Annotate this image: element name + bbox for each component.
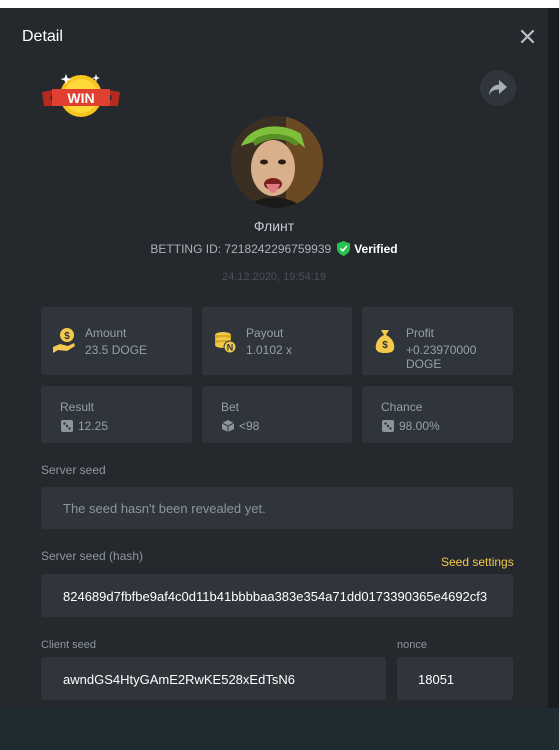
amount-label: Amount — [85, 326, 127, 340]
cube-icon — [221, 420, 235, 432]
detail-modal: Detail WIN Флинт BETTING ID: 72182422967… — [0, 8, 548, 708]
svg-text:$: $ — [382, 340, 388, 351]
server-seed-hash-field[interactable]: 824689d7fbfbe9af4c0d11b41bbbbaa383e354a7… — [41, 574, 513, 617]
nonce-field[interactable]: 18051 — [397, 657, 513, 700]
client-seed-field[interactable]: awndGS4HtyGAmE2RwKE528xEdTsN6 — [41, 657, 386, 700]
modal-title: Detail — [22, 28, 63, 45]
amount-card: $ Amount 23.5 DOGE — [41, 307, 192, 375]
avatar — [231, 116, 323, 208]
dice-icon — [61, 420, 73, 432]
payout-label: Payout — [246, 326, 284, 340]
betting-id: BETTING ID: 7218242296759939 — [150, 241, 332, 256]
betting-id-row: BETTING ID: 7218242296759939 Verified — [0, 241, 548, 256]
server-seed-label: Server seed — [41, 463, 106, 477]
client-seed-label: Client seed — [41, 639, 97, 651]
verified-badge: Verified — [337, 241, 398, 256]
bet-card: Bet <98 — [202, 386, 352, 443]
svg-text:$: $ — [64, 331, 70, 342]
profit-value: +0.23970000 DOGE — [406, 343, 477, 371]
dice-icon — [382, 420, 394, 432]
server-seed-hash-label: Server seed (hash) — [41, 549, 144, 563]
close-button[interactable] — [517, 26, 539, 48]
result-value: 12.25 — [78, 419, 109, 433]
result-label: Result — [60, 400, 95, 414]
win-badge-icon: WIN — [42, 74, 120, 117]
payout-card: N Payout 1.0102 x — [202, 307, 352, 375]
result-card: Result 12.25 — [41, 386, 192, 443]
share-icon — [489, 80, 507, 95]
close-icon — [520, 29, 535, 44]
money-bag-icon: $ — [375, 330, 395, 353]
coin-hand-icon: $ — [53, 328, 75, 353]
background-footer — [0, 708, 559, 750]
shield-check-icon — [337, 241, 351, 256]
profit-label: Profit — [406, 326, 435, 340]
bet-label: Bet — [221, 400, 240, 414]
bet-timestamp: 24.12.2020, 19:54:19 — [222, 271, 326, 283]
chance-value: 98.00% — [399, 419, 440, 433]
verified-label: Verified — [354, 241, 398, 256]
top-strip — [0, 0, 559, 8]
server-seed-field: The seed hasn't been revealed yet. — [41, 487, 513, 529]
coin-stack-icon: N — [215, 332, 237, 354]
svg-text:N: N — [227, 343, 234, 353]
profit-card: $ Profit +0.23970000 DOGE — [362, 307, 513, 375]
seed-settings-link[interactable]: Seed settings — [441, 555, 514, 569]
amount-value: 23.5 DOGE — [85, 343, 148, 357]
payout-value: 1.0102 x — [246, 343, 293, 357]
chance-card: Chance 98.00% — [362, 386, 513, 443]
share-button[interactable] — [480, 70, 516, 106]
player-name: Флинт — [253, 218, 295, 234]
win-badge-text: WIN — [67, 90, 94, 106]
nonce-label: nonce — [397, 639, 427, 651]
chance-label: Chance — [381, 400, 423, 414]
background-edge — [548, 8, 559, 750]
bet-value: <98 — [239, 419, 260, 433]
